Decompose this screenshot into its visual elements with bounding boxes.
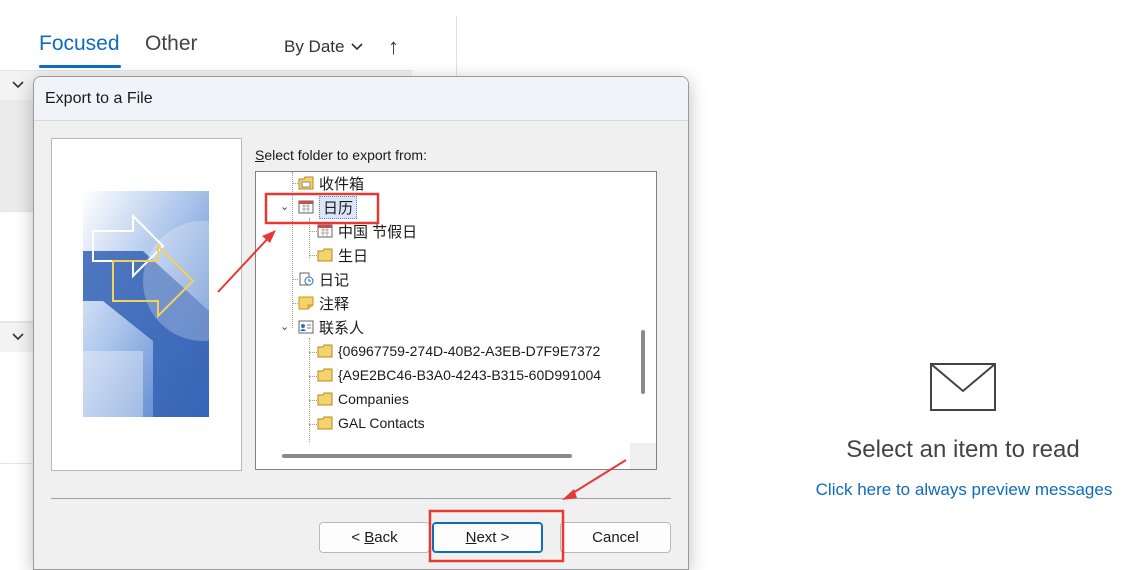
tree-connector xyxy=(309,231,317,232)
cancel-button[interactable]: Cancel xyxy=(560,522,671,553)
contacts-icon xyxy=(298,320,314,334)
tree-connector xyxy=(309,400,317,401)
dialog-title: Export to a File xyxy=(45,90,153,107)
tree-item-journal[interactable]: 日记 xyxy=(298,268,349,290)
dialog-titlebar[interactable]: Export to a File xyxy=(34,77,688,121)
folder-label-text: elect folder to export from: xyxy=(264,147,427,163)
tab-focused-underline xyxy=(39,65,121,68)
folder-icon xyxy=(317,392,333,406)
tree-connector xyxy=(309,218,310,258)
back-accesskey: B xyxy=(364,529,375,546)
tree-item-guid-folder[interactable]: {A9E2BC46-B3A0-4243-B315-60D991004 xyxy=(317,364,601,386)
scrollbar-corner xyxy=(630,443,656,469)
tree-item-birthdays[interactable]: 生日 xyxy=(317,244,368,266)
tree-connector xyxy=(309,255,317,256)
tree-connector xyxy=(309,376,317,377)
tree-item-label: 收件箱 xyxy=(319,175,365,193)
sort-direction-icon[interactable]: ↑ xyxy=(388,34,399,60)
tree-connector xyxy=(309,352,317,353)
folder-icon xyxy=(317,368,333,382)
inbox-folder-icon xyxy=(298,176,314,190)
tree-item-label: 注释 xyxy=(319,295,350,313)
tree-item-holidays[interactable]: 中国 节假日 xyxy=(317,220,417,242)
folder-icon xyxy=(317,344,333,358)
collapse-toggle[interactable]: ⌄ xyxy=(280,322,290,333)
horizontal-scrollbar[interactable] xyxy=(256,443,656,469)
tree-item-label: 日历 xyxy=(319,195,358,219)
tree-connector xyxy=(292,172,293,328)
tree-item-notes[interactable]: 注释 xyxy=(298,292,349,314)
folder-icon xyxy=(317,416,333,430)
tree-item-label: 联系人 xyxy=(319,319,365,337)
screen: Focused Other By Date ↑ Select an item t… xyxy=(0,0,1125,570)
folder-icon xyxy=(317,248,333,262)
tree-item-label: 日记 xyxy=(319,271,350,289)
back-button[interactable]: < Back xyxy=(319,522,430,553)
scrollbar-thumb[interactable] xyxy=(641,330,645,394)
reading-pane-title: Select an item to read xyxy=(846,436,1080,463)
dialog-divider xyxy=(51,498,671,499)
tree-item-gal-contacts[interactable]: GAL Contacts xyxy=(317,412,425,434)
back-prefix: < xyxy=(351,529,365,546)
note-icon xyxy=(298,296,314,310)
calendar-icon xyxy=(317,224,333,238)
back-label: ack xyxy=(374,529,398,546)
tree-item-label: Companies xyxy=(338,391,409,407)
next-label: ext > xyxy=(476,529,510,546)
chevron-down-icon xyxy=(351,43,364,51)
tab-focused[interactable]: Focused xyxy=(39,32,120,56)
wizard-illustration xyxy=(83,191,209,417)
calendar-icon xyxy=(298,200,314,214)
chevron-down-icon xyxy=(12,333,24,341)
next-accesskey: N xyxy=(465,529,477,546)
next-button[interactable]: Next > xyxy=(432,522,543,553)
envelope-icon xyxy=(930,363,996,411)
tree-item-label: 中国 节假日 xyxy=(338,223,418,241)
tree-item-contacts[interactable]: 联系人 xyxy=(298,316,364,338)
tree-item-label: 生日 xyxy=(338,247,369,265)
tree-item-calendar[interactable]: 日历 xyxy=(298,195,358,219)
sort-label: By Date xyxy=(284,37,345,56)
sort-dropdown[interactable]: By Date xyxy=(284,37,364,57)
tree-item-guid-folder[interactable]: {06967759-274D-40B2-A3EB-D7F9E7372 xyxy=(317,340,600,362)
export-dialog: Export to a File Select folder to export… xyxy=(33,76,689,570)
tree-item-label: GAL Contacts xyxy=(338,415,425,431)
folder-select-label: Select folder to export from: xyxy=(255,147,427,163)
tree-item-companies[interactable]: Companies xyxy=(317,388,409,410)
folder-label-accesskey: S xyxy=(255,147,265,163)
scrollbar-thumb[interactable] xyxy=(282,454,572,458)
tree-connector xyxy=(309,338,310,448)
collapse-toggle[interactable]: ⌄ xyxy=(280,202,290,213)
journal-icon xyxy=(299,272,314,286)
tree-item-inbox[interactable]: 收件箱 xyxy=(298,172,364,194)
mail-list-header: Focused Other By Date ↑ xyxy=(0,0,456,70)
tree-connector xyxy=(309,424,317,425)
tab-other[interactable]: Other xyxy=(145,32,198,56)
chevron-down-icon xyxy=(12,81,24,89)
vertical-scrollbar[interactable] xyxy=(630,172,656,469)
preview-messages-link[interactable]: Click here to always preview messages xyxy=(812,480,1116,500)
tree-item-label: {06967759-274D-40B2-A3EB-D7F9E7372 xyxy=(338,343,601,359)
tree-item-label: {A9E2BC46-B3A0-4243-B315-60D991004 xyxy=(338,367,602,383)
wizard-image-panel xyxy=(51,138,242,471)
folder-tree[interactable]: ⌄ ⌄ 收件箱 日历 中国 节假日 生日 日记 注释 联系人 {06967759… xyxy=(255,171,657,470)
